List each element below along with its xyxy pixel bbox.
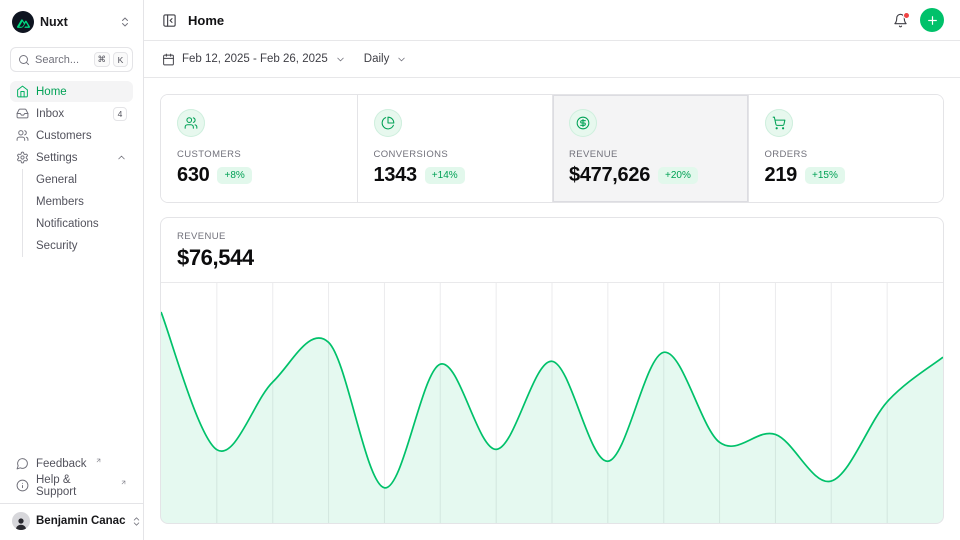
gear-icon <box>16 151 29 164</box>
help-support-link[interactable]: Help & Support <box>10 475 133 496</box>
pie-chart-icon <box>374 109 402 137</box>
sidebar-subitem-label: Notifications <box>36 218 129 230</box>
sidebar-item-settings[interactable]: Settings <box>10 147 133 168</box>
sidebar-collapse-button[interactable] <box>160 11 179 30</box>
sidebar-subitem-label: Members <box>36 196 129 208</box>
users-icon <box>177 109 205 137</box>
sidebar-item-customers[interactable]: Customers <box>10 125 133 146</box>
feedback-link[interactable]: Feedback <box>10 453 133 474</box>
help-support-label: Help & Support <box>36 474 112 498</box>
sidebar-item-security[interactable]: Security <box>32 235 133 256</box>
stats-row: CUSTOMERS 630 +8% CONVERSIONS 1343 +14% <box>160 94 944 203</box>
sidebar-item-label: Customers <box>36 130 127 142</box>
shopping-cart-icon <box>765 109 793 137</box>
chart-header: REVENUE $76,544 <box>161 218 943 283</box>
stat-card-conversions[interactable]: CONVERSIONS 1343 +14% <box>357 95 553 202</box>
stat-change-badge: +15% <box>805 167 845 184</box>
stat-value: 1343 <box>374 164 417 187</box>
search-input[interactable]: Search... ⌘ K <box>10 47 133 72</box>
external-link-icon <box>95 457 102 464</box>
page-title: Home <box>188 13 224 28</box>
filter-toolbar: Feb 12, 2025 - Feb 26, 2025 Daily <box>144 41 960 78</box>
sidebar-subitem-label: General <box>36 174 129 186</box>
search-shortcut: ⌘ K <box>94 52 129 67</box>
search-icon <box>18 54 30 66</box>
sidebar-nav: Home Inbox 4 Customers Settings <box>10 81 133 259</box>
user-menu[interactable]: Benjamin Canac <box>10 504 133 532</box>
inbox-icon <box>16 107 29 120</box>
date-range-value: Feb 12, 2025 - Feb 26, 2025 <box>182 53 328 65</box>
revenue-area-chart[interactable] <box>161 283 943 524</box>
sidebar-item-label: Settings <box>36 152 109 164</box>
sidebar-item-members[interactable]: Members <box>32 191 133 212</box>
stat-label: ORDERS <box>765 149 928 160</box>
stat-change-badge: +8% <box>217 167 251 184</box>
feedback-label: Feedback <box>36 458 87 470</box>
top-header: Home <box>144 0 960 41</box>
chevrons-up-down-icon <box>119 16 131 28</box>
info-icon <box>16 479 29 492</box>
kbd-k: K <box>113 52 128 67</box>
stat-label: CONVERSIONS <box>374 149 537 160</box>
workspace-switcher[interactable]: Nuxt <box>10 8 133 36</box>
stat-change-badge: +14% <box>425 167 465 184</box>
sidebar: Nuxt Search... ⌘ K Home <box>0 0 144 540</box>
nuxt-logo-icon <box>12 11 34 33</box>
stat-change-badge: +20% <box>658 167 698 184</box>
stat-card-orders[interactable]: ORDERS 219 +15% <box>748 95 944 202</box>
notifications-button[interactable] <box>891 11 910 30</box>
dashboard-content: CUSTOMERS 630 +8% CONVERSIONS 1343 +14% <box>144 78 960 540</box>
sidebar-item-inbox[interactable]: Inbox 4 <box>10 103 133 124</box>
topbar-actions <box>891 8 944 32</box>
chevrons-up-down-icon <box>131 516 142 527</box>
sidebar-footer-links: Feedback Help & Support <box>10 453 133 497</box>
stat-value: 630 <box>177 164 209 187</box>
sidebar-item-notifications[interactable]: Notifications <box>32 213 133 234</box>
period-value: Daily <box>364 53 390 65</box>
stat-label: REVENUE <box>569 149 732 160</box>
period-select[interactable]: Daily <box>362 49 410 69</box>
chevron-down-icon <box>396 54 407 65</box>
dollar-circle-icon <box>569 109 597 137</box>
stat-value: 219 <box>765 164 797 187</box>
workspace-name: Nuxt <box>40 15 68 29</box>
calendar-icon <box>162 53 175 66</box>
sidebar-item-general[interactable]: General <box>32 169 133 190</box>
kbd-meta: ⌘ <box>94 52 111 67</box>
chevron-up-icon <box>116 152 127 163</box>
avatar <box>12 512 30 530</box>
sidebar-item-label: Home <box>36 86 127 98</box>
external-link-icon <box>120 479 127 486</box>
chart-current-value: $76,544 <box>177 245 927 271</box>
sidebar-spacer <box>10 259 133 453</box>
message-circle-icon <box>16 457 29 470</box>
stat-card-revenue[interactable]: REVENUE $477,626 +20% <box>552 95 748 202</box>
search-placeholder: Search... <box>35 54 89 66</box>
main-panel: Home Feb 12, 2025 - Feb 26, 2025 <box>144 0 960 540</box>
user-name: Benjamin Canac <box>36 515 125 527</box>
home-icon <box>16 85 29 98</box>
users-icon <box>16 129 29 142</box>
revenue-chart-card: REVENUE $76,544 14 Feb16 Feb18 Feb20 Feb… <box>160 217 944 524</box>
stat-value: $477,626 <box>569 164 650 187</box>
chevron-down-icon <box>335 54 346 65</box>
notification-dot <box>903 12 910 19</box>
settings-subnav: General Members Notifications Security <box>22 169 133 257</box>
stat-card-customers[interactable]: CUSTOMERS 630 +8% <box>161 95 357 202</box>
sidebar-subitem-label: Security <box>36 240 129 252</box>
inbox-count-badge: 4 <box>113 107 127 121</box>
chart-title: REVENUE <box>177 231 927 242</box>
date-range-picker[interactable]: Feb 12, 2025 - Feb 26, 2025 <box>160 49 348 70</box>
sidebar-item-home[interactable]: Home <box>10 81 133 102</box>
sidebar-item-label: Inbox <box>36 108 106 120</box>
stat-label: CUSTOMERS <box>177 149 341 160</box>
dashboard-app: Nuxt Search... ⌘ K Home <box>0 0 960 540</box>
add-button[interactable] <box>920 8 944 32</box>
